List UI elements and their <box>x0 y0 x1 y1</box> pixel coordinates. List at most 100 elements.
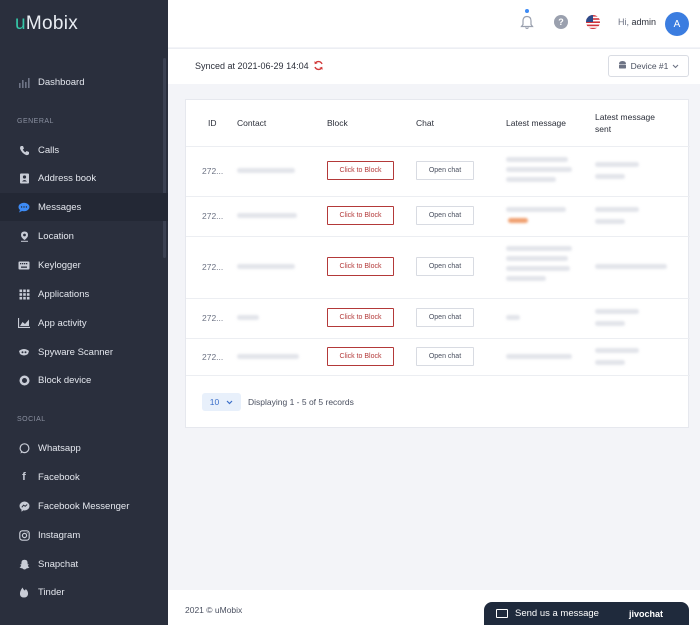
open-chat-button[interactable]: Open chat <box>416 257 474 276</box>
sidebar-item-spyware-scanner[interactable]: Spyware Scanner <box>0 338 168 366</box>
open-chat-button[interactable]: Open chat <box>416 308 474 327</box>
sidebar-item-label: Facebook <box>38 471 80 483</box>
envelope-icon <box>496 609 508 618</box>
column-header-latest-message: Latest message <box>506 118 567 128</box>
column-header-id: ID <box>208 118 217 128</box>
click-to-block-button[interactable]: Click to Block <box>327 308 394 327</box>
chat-widget-brand: jivochat <box>628 608 663 619</box>
sidebar-item-dashboard[interactable]: Dashboard <box>0 68 168 96</box>
sidebar-item-label: Dashboard <box>38 76 85 88</box>
sidebar-item-snapchat[interactable]: Snapchat <box>0 550 168 578</box>
click-to-block-button[interactable]: Click to Block <box>327 347 394 366</box>
facebook-icon: f <box>22 471 26 483</box>
table-divider <box>186 375 690 376</box>
sidebar-item-label: Messages <box>38 201 82 213</box>
chevron-down-icon <box>226 397 233 407</box>
chat-widget[interactable]: Send us a message jivochat <box>484 602 689 625</box>
cell-id: 272... <box>202 262 224 272</box>
sidebar-item-address-book[interactable]: Address book <box>0 164 168 192</box>
blurred-date <box>595 309 639 314</box>
avatar[interactable]: A <box>665 12 689 36</box>
device-selector[interactable]: Device #1 <box>608 55 689 77</box>
click-to-block-button[interactable]: Click to Block <box>327 206 394 225</box>
blurred-contact <box>237 315 259 320</box>
blurred-date <box>595 207 639 212</box>
blurred-contact <box>237 354 299 359</box>
cell-id: 272... <box>202 211 224 221</box>
sidebar-item-applications[interactable]: Applications <box>0 280 168 308</box>
phone-icon <box>18 144 30 156</box>
open-chat-button[interactable]: Open chat <box>416 347 474 366</box>
copyright: 2021 © uMobix <box>185 605 243 615</box>
android-icon <box>618 60 627 72</box>
click-to-block-button[interactable]: Click to Block <box>327 161 394 180</box>
chat-widget-label: Send us a message <box>515 608 599 619</box>
sidebar-item-messages[interactable]: Messages <box>0 193 168 221</box>
blurred-message <box>506 157 568 162</box>
sidebar-item-label: App activity <box>38 317 87 329</box>
blurred-date <box>595 360 625 365</box>
blurred-message <box>506 354 572 359</box>
chevron-down-icon <box>672 61 679 71</box>
column-header-latest-message-sent: Latest message sent <box>595 112 656 134</box>
per-page-select[interactable]: 10 <box>202 393 241 411</box>
blurred-date <box>595 348 639 353</box>
app-logo[interactable]: uMobix <box>15 13 78 35</box>
sync-bar: Synced at 2021-06-29 14:04 Device #1 <box>168 48 700 84</box>
sidebar-item-label: Whatsapp <box>38 442 81 454</box>
sync-status: Synced at 2021-06-29 14:04 <box>195 61 309 71</box>
address-book-icon <box>18 172 30 184</box>
blurred-date <box>595 219 625 224</box>
blurred-emoji <box>508 218 528 223</box>
activity-chart-icon <box>18 317 30 329</box>
sidebar-item-facebook[interactable]: f Facebook <box>0 463 168 491</box>
blurred-message <box>506 167 572 172</box>
column-header-chat: Chat <box>416 118 434 128</box>
blurred-message <box>506 276 546 281</box>
blurred-message <box>506 177 556 182</box>
table-divider <box>186 146 690 147</box>
sidebar-item-label: Location <box>38 230 74 242</box>
per-page-value: 10 <box>209 397 220 407</box>
top-header: ? Hi, admin A <box>168 0 700 47</box>
blurred-contact <box>237 264 295 269</box>
scanner-icon <box>18 346 30 358</box>
sidebar-item-label: Address book <box>38 172 97 184</box>
sidebar-item-app-activity[interactable]: App activity <box>0 309 168 337</box>
sidebar-item-whatsapp[interactable]: Whatsapp <box>0 434 168 462</box>
user-greeting: Hi, admin <box>618 17 657 27</box>
blurred-message <box>506 266 570 271</box>
sidebar-item-keylogger[interactable]: Keylogger <box>0 251 168 279</box>
click-to-block-button[interactable]: Click to Block <box>327 257 394 276</box>
refresh-icon[interactable] <box>313 60 324 74</box>
us-flag-icon[interactable] <box>586 15 600 29</box>
blurred-date <box>595 162 639 167</box>
blurred-date <box>595 174 625 179</box>
sidebar-item-label: Keylogger <box>38 259 81 271</box>
column-header-block: Block <box>327 118 348 128</box>
open-chat-button[interactable]: Open chat <box>416 161 474 180</box>
sidebar-item-facebook-messenger[interactable]: Facebook Messenger <box>0 492 168 520</box>
device-label: Device #1 <box>630 61 669 71</box>
location-pin-icon <box>18 230 30 242</box>
sidebar-item-label: Calls <box>38 144 60 156</box>
grid-icon <box>18 288 30 300</box>
sidebar-item-location[interactable]: Location <box>0 222 168 250</box>
bell-icon[interactable] <box>520 14 534 30</box>
blurred-date <box>595 321 625 326</box>
section-title-general: GENERAL <box>17 118 54 125</box>
cell-id: 272... <box>202 313 224 323</box>
cell-id: 272... <box>202 352 224 362</box>
sidebar-item-instagram[interactable]: Instagram <box>0 521 168 549</box>
sidebar-item-block-device[interactable]: Block device <box>0 366 168 394</box>
table-divider <box>186 236 690 237</box>
sidebar: uMobix Dashboard GENERAL Calls Address b… <box>0 0 168 625</box>
open-chat-button[interactable]: Open chat <box>416 206 474 225</box>
sidebar-item-tinder[interactable]: Tinder <box>0 578 168 606</box>
records-count: Displaying 1 - 5 of 5 records <box>248 397 354 407</box>
username[interactable]: admin <box>632 17 657 27</box>
help-icon[interactable]: ? <box>554 15 568 29</box>
sidebar-item-calls[interactable]: Calls <box>0 136 168 164</box>
tinder-icon <box>18 586 30 598</box>
snapchat-icon <box>18 558 30 570</box>
